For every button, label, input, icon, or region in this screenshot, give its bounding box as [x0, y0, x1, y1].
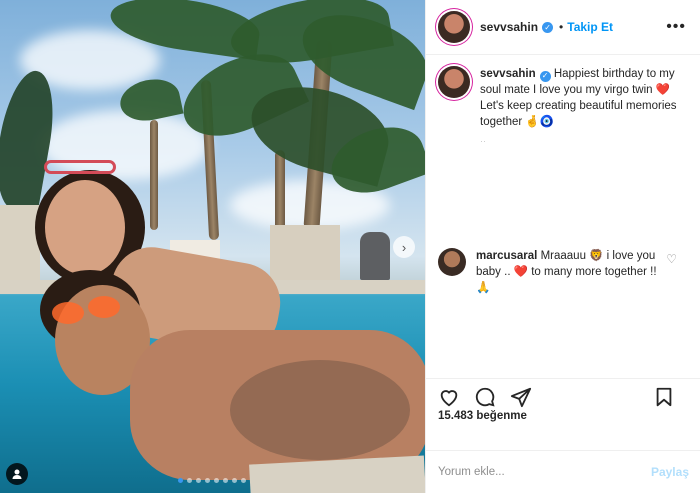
carousel-dot: [223, 478, 228, 483]
statue: [360, 232, 390, 280]
comment-input[interactable]: [438, 466, 651, 478]
likes-count[interactable]: 15.483 beğenme: [438, 410, 527, 422]
comment-like-icon[interactable]: ♡: [666, 252, 677, 266]
heart-icon[interactable]: [438, 386, 460, 408]
post-comment-button[interactable]: Paylaş: [651, 465, 689, 479]
carousel-indicator: [178, 478, 246, 483]
carousel-dot: [205, 478, 210, 483]
chevron-right-icon: ›: [401, 239, 407, 255]
follow-button[interactable]: Takip Et: [567, 20, 613, 34]
building: [270, 225, 340, 280]
bookmark-icon[interactable]: [653, 386, 675, 408]
post-sidebar: sevvsahin ✓ • Takip Et ••• sevvsahin ✓ Ha…: [425, 0, 700, 493]
caption: sevvsahin ✓ Happiest birthday to my soul …: [438, 66, 689, 146]
action-bar: [426, 378, 700, 408]
avatar[interactable]: [438, 11, 470, 43]
user-tag-button[interactable]: [6, 463, 28, 485]
carousel-dot: [232, 478, 237, 483]
comment-body: marcusaral Mraaauu 🦁 i love you baby .. …: [476, 248, 671, 296]
orange-sunglasses: [88, 296, 120, 318]
user-tag-icon: [12, 469, 22, 479]
verified-icon: ✓: [542, 21, 554, 33]
carousel-dot: [178, 478, 183, 483]
carousel-dot: [241, 478, 246, 483]
carousel-dot: [196, 478, 201, 483]
palm-trunk: [150, 120, 158, 230]
tattoo: [230, 360, 410, 460]
carousel-dot: [187, 478, 192, 483]
comments-list: sevvsahin ✓ Happiest birthday to my soul …: [426, 66, 700, 308]
post-photo[interactable]: ›: [0, 0, 425, 493]
comment-username[interactable]: marcusaral: [476, 250, 537, 262]
more-options-icon[interactable]: •••: [666, 18, 686, 36]
list-item: marcusaral Mraaauu 🦁 i love you baby .. …: [438, 248, 689, 296]
sunglasses: [44, 160, 116, 174]
verified-icon: ✓: [539, 70, 551, 82]
next-photo-button[interactable]: ›: [393, 236, 415, 258]
caption-meta: ··: [480, 136, 486, 146]
post-header: sevvsahin ✓ • Takip Et •••: [426, 0, 700, 55]
caption-username[interactable]: sevvsahin: [480, 68, 536, 80]
avatar[interactable]: [438, 248, 466, 276]
orange-sunglasses: [52, 302, 84, 324]
face: [45, 180, 125, 275]
caption-body: sevvsahin ✓ Happiest birthday to my soul …: [480, 66, 689, 130]
share-icon[interactable]: [510, 386, 532, 408]
building: [0, 205, 40, 280]
separator-dot: •: [559, 20, 564, 34]
avatar[interactable]: [438, 66, 470, 98]
comment-icon[interactable]: [474, 386, 496, 408]
carousel-dot: [214, 478, 219, 483]
header-username[interactable]: sevvsahin: [480, 20, 538, 34]
add-comment-bar: Paylaş: [426, 450, 700, 493]
